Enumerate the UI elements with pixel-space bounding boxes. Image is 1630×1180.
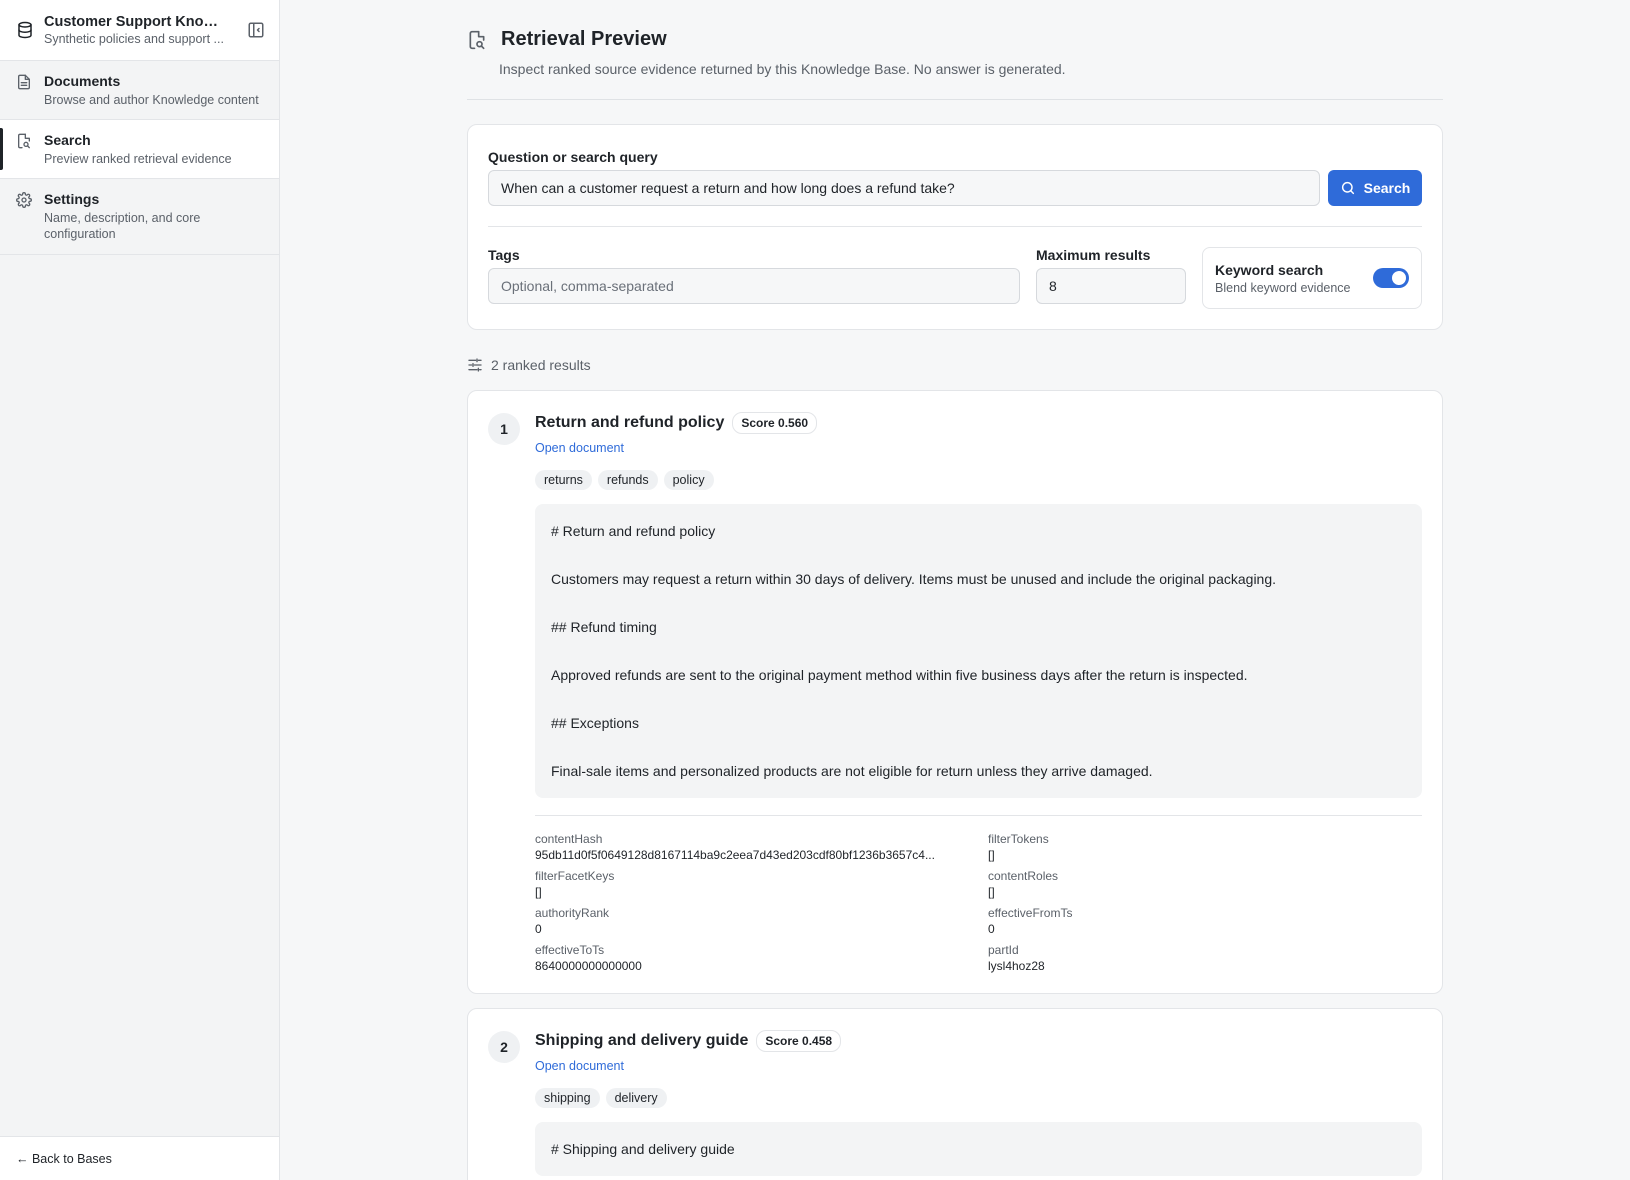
- rank-badge: 1: [488, 413, 520, 445]
- back-to-bases-link[interactable]: ← Back to Bases: [0, 1136, 279, 1180]
- sliders-icon: [468, 358, 482, 372]
- search-button[interactable]: Search: [1328, 170, 1422, 206]
- metadata-value: []: [535, 885, 542, 899]
- tag-chip: delivery: [605, 1088, 667, 1108]
- max-results-label: Maximum results: [1036, 247, 1151, 263]
- metadata-item: contentRoles []: [988, 869, 1422, 899]
- result-snippet: # Shipping and delivery guide: [535, 1122, 1422, 1176]
- tag-chip: shipping: [535, 1088, 600, 1108]
- open-document-link[interactable]: Open document: [535, 441, 624, 455]
- sidebar-collapse-icon[interactable]: [247, 21, 265, 39]
- document-icon: [18, 74, 30, 90]
- sidebar-item-label: Search: [44, 132, 91, 148]
- keyword-search-title: Keyword search: [1215, 261, 1324, 278]
- sidebar: Customer Support Knowl... Synthetic poli…: [0, 0, 280, 1180]
- gear-icon: [16, 192, 32, 208]
- main-area: Retrieval Preview Inspect ranked source …: [281, 0, 1630, 1180]
- metadata-key: effectiveToTs: [535, 943, 605, 957]
- sidebar-header: Customer Support Knowl... Synthetic poli…: [0, 0, 279, 61]
- metadata-item: contentHash 95db11d0f5f0649128d8167114ba…: [535, 832, 988, 862]
- open-document-link[interactable]: Open document: [535, 1059, 624, 1073]
- document-search-icon: [469, 30, 485, 49]
- metadata-key: filterTokens: [988, 832, 1049, 846]
- metadata-value: 8640000000000000: [535, 959, 642, 973]
- metadata-value: 0: [988, 922, 995, 936]
- metadata-value: []: [988, 885, 995, 899]
- rank-badge: 2: [488, 1031, 520, 1063]
- metadata-item: authorityRank 0: [535, 906, 988, 936]
- score-badge: Score 0.560: [732, 412, 818, 434]
- snippet-line: ## Refund timing: [551, 619, 657, 635]
- tag-chip: returns: [535, 470, 592, 490]
- page-title: Retrieval Preview: [501, 28, 667, 50]
- tags-input[interactable]: Optional, comma-separated: [488, 268, 1020, 304]
- snippet-line: Approved refunds are sent to the origina…: [551, 667, 1248, 683]
- tag-chip: refunds: [597, 470, 658, 490]
- keyword-search-desc: Blend keyword evidence: [1215, 280, 1351, 295]
- metadata-value: 95db11d0f5f0649128d8167114ba9c2eea7d43ed…: [535, 848, 935, 862]
- metadata-item: effectiveToTs 8640000000000000: [535, 943, 988, 973]
- metadata-key: partId: [988, 943, 1019, 957]
- sidebar-item-label: Documents: [44, 73, 121, 89]
- metadata-key: contentRoles: [988, 869, 1059, 883]
- metadata-key: authorityRank: [535, 906, 610, 920]
- search-icon: [1341, 181, 1354, 195]
- snippet-line: Customers may request a return within 30…: [551, 571, 1277, 587]
- keyword-search-toggle[interactable]: [1373, 268, 1409, 288]
- page-header: Retrieval Preview Inspect ranked source …: [467, 0, 1443, 100]
- metadata-key: effectiveFromTs: [988, 906, 1073, 920]
- query-card: Question or search query When can a cust…: [467, 124, 1443, 330]
- results-summary: 2 ranked results: [467, 354, 1443, 376]
- tag-list: shipping delivery: [535, 1088, 1422, 1108]
- sidebar-item-desc: Name, description, and core configuratio…: [44, 211, 201, 241]
- metadata-key: filterFacetKeys: [535, 869, 615, 883]
- sidebar-item-documents[interactable]: Documents Browse and author Knowledge co…: [0, 61, 279, 120]
- metadata-value: []: [988, 848, 995, 862]
- base-title: Customer Support Knowl...: [44, 14, 229, 30]
- metadata-item: filterFacetKeys []: [535, 869, 988, 899]
- metadata-value: 0: [535, 922, 542, 936]
- sidebar-item-label: Settings: [44, 191, 100, 207]
- tag-chip: policy: [663, 470, 714, 490]
- results-count: 2 ranked results: [491, 357, 591, 373]
- metadata-grid: contentHash 95db11d0f5f0649128d8167114ba…: [535, 832, 1422, 973]
- snippet-line: ## Exceptions: [551, 715, 639, 731]
- content: Retrieval Preview Inspect ranked source …: [467, 0, 1443, 1180]
- metadata-key: contentHash: [535, 832, 603, 846]
- base-subtitle: Synthetic policies and support ...: [44, 32, 224, 46]
- result-title: Return and refund policy: [535, 414, 725, 431]
- document-search-icon: [18, 133, 30, 149]
- base-titles: Customer Support Knowl... Synthetic poli…: [44, 14, 229, 46]
- divider: [535, 815, 1422, 816]
- metadata-item: partId lysl4hoz28: [988, 943, 1422, 973]
- metadata-value: lysl4hoz28: [988, 959, 1045, 973]
- search-button-label: Search: [1363, 180, 1411, 196]
- query-label: Question or search query: [488, 149, 658, 165]
- snippet-line: # Return and refund policy: [551, 523, 716, 539]
- score-badge: Score 0.458: [756, 1030, 842, 1052]
- tags-label: Tags: [488, 247, 520, 263]
- sidebar-item-settings[interactable]: Settings Name, description, and core con…: [0, 179, 279, 255]
- result-title: Shipping and delivery guide: [535, 1032, 749, 1049]
- keyword-search-box: Keyword search Blend keyword evidence: [1202, 247, 1422, 309]
- result-snippet: # Return and refund policy Customers may…: [535, 504, 1422, 798]
- page-subtitle: Inspect ranked source evidence returned …: [499, 61, 1066, 77]
- metadata-item: effectiveFromTs 0: [988, 906, 1422, 936]
- sidebar-item-desc: Preview ranked retrieval evidence: [44, 152, 232, 166]
- database-icon: [18, 21, 32, 39]
- snippet-line: # Shipping and delivery guide: [551, 1141, 735, 1157]
- tag-list: returns refunds policy: [535, 470, 1422, 490]
- sidebar-item-search[interactable]: Search Preview ranked retrieval evidence: [0, 120, 279, 179]
- sidebar-item-desc: Browse and author Knowledge content: [44, 93, 259, 107]
- max-results-input[interactable]: 8: [1036, 268, 1186, 304]
- metadata-item: filterTokens []: [988, 832, 1422, 862]
- divider: [488, 226, 1422, 227]
- snippet-line: Final-sale items and personalized produc…: [551, 763, 1153, 779]
- result-card: 1 Return and refund policy Score 0.560 O…: [467, 390, 1443, 994]
- search-query-input[interactable]: When can a customer request a return and…: [488, 170, 1320, 206]
- result-card: 2 Shipping and delivery guide Score 0.45…: [467, 1008, 1443, 1180]
